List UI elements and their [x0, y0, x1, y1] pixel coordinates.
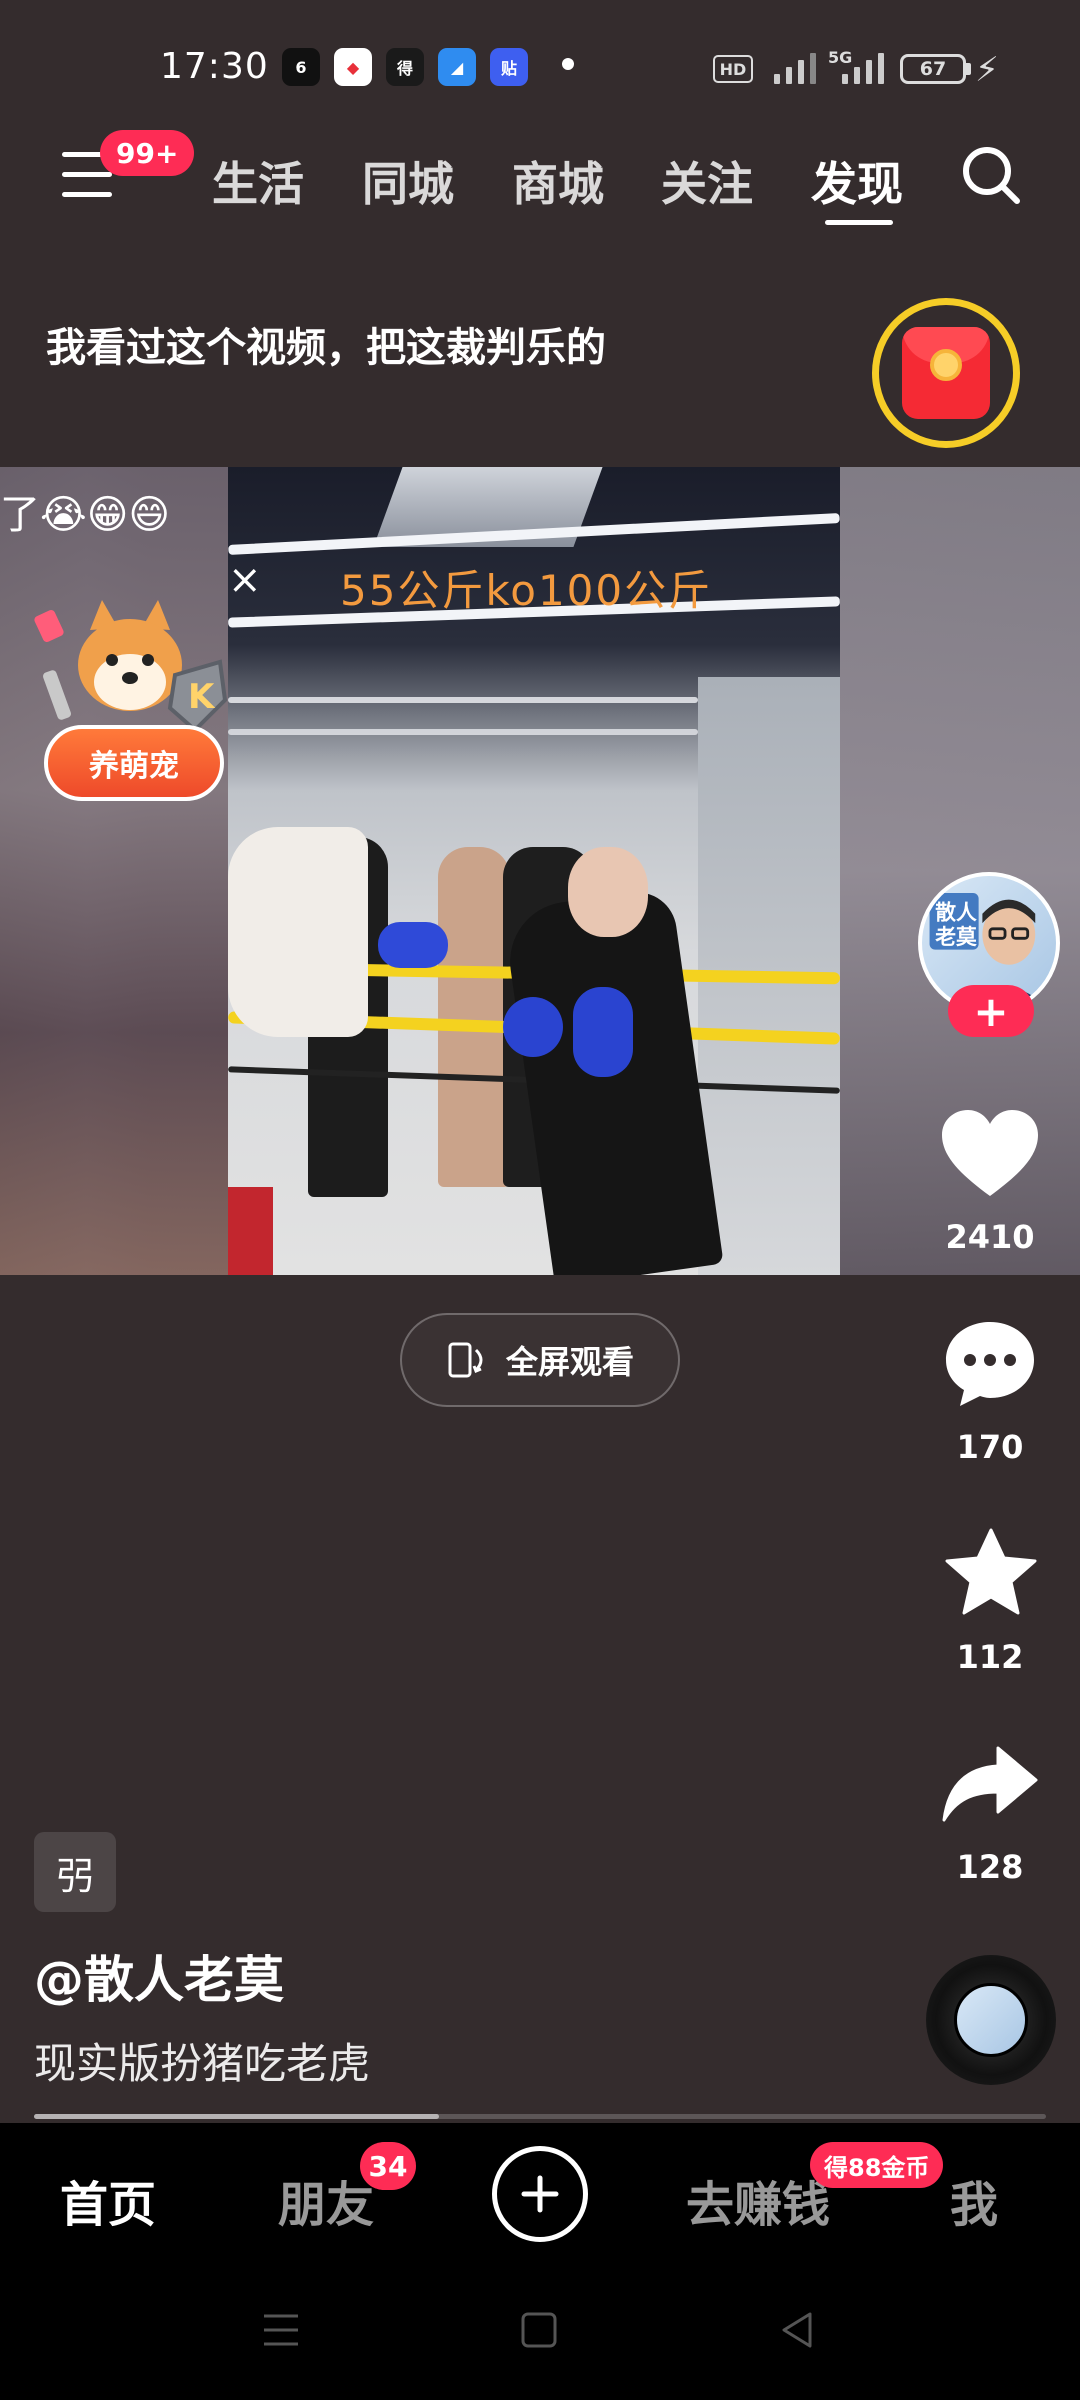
- tieba-app-icon: 贴: [490, 48, 528, 86]
- fullscreen-label: 全屏观看: [505, 1343, 634, 1381]
- music-disc-icon[interactable]: [926, 1955, 1056, 2085]
- nav-friends[interactable]: 朋友: [278, 2165, 374, 2235]
- comment-icon[interactable]: [942, 1318, 1038, 1410]
- tab-local[interactable]: 同城: [362, 148, 454, 214]
- more-notifications-dot: [562, 58, 574, 70]
- tab-life[interactable]: 生活: [212, 148, 304, 214]
- share-arrow-icon[interactable]: [942, 1744, 1038, 1822]
- share-count: 128: [956, 1848, 1024, 1886]
- system-back-icon[interactable]: [778, 2310, 816, 2350]
- svg-text:K: K: [188, 677, 216, 717]
- danmaku-comment: 了😭😁😄: [0, 492, 171, 538]
- video-description[interactable]: 现实版扮猪吃老虎: [34, 2030, 370, 2091]
- favorite-count: 112: [956, 1638, 1024, 1676]
- plus-icon: [521, 2175, 559, 2213]
- create-post-button[interactable]: [492, 2146, 588, 2242]
- menu-notification-badge: 99+: [100, 130, 195, 176]
- charging-icon: ⚡: [975, 50, 999, 90]
- rotate-phone-icon: [448, 1342, 483, 1378]
- friends-badge: 34: [360, 2142, 416, 2190]
- video-blur-left: [0, 467, 228, 1275]
- like-count: 2410: [945, 1218, 1035, 1256]
- search-icon[interactable]: [960, 144, 1022, 206]
- battery-icon: 67: [900, 54, 966, 84]
- red-packet-icon[interactable]: [872, 298, 1020, 448]
- nav-home[interactable]: 首页: [60, 2165, 156, 2235]
- earn-coins-badge: 得88金币: [810, 2142, 944, 2188]
- browser-app-icon: ◢: [438, 48, 476, 86]
- map-app-icon: ◆: [334, 48, 372, 86]
- svg-text:散人: 散人: [935, 900, 977, 924]
- status-bar: 17:30 6 ◆ 得 ◢ 贴 HD 5G 67 ⚡: [0, 0, 1080, 130]
- fullscreen-button[interactable]: 全屏观看: [400, 1313, 680, 1407]
- svg-text:老莫: 老莫: [934, 925, 977, 949]
- raise-pet-button[interactable]: 养萌宠: [44, 725, 224, 801]
- system-home-icon[interactable]: [520, 2310, 558, 2350]
- signal-1-icon: [770, 52, 820, 84]
- hd-voice-icon: HD: [713, 55, 753, 83]
- system-menu-icon[interactable]: [262, 2310, 300, 2350]
- signal-2-icon: [838, 52, 888, 84]
- news-app-icon: 得: [386, 48, 424, 86]
- favorite-star-icon[interactable]: [944, 1528, 1038, 1618]
- clock: 17:30: [160, 46, 269, 87]
- video-tag[interactable]: 弜: [34, 1832, 116, 1912]
- nav-earn[interactable]: 去赚钱: [686, 2165, 830, 2235]
- video-overlay-text: 55公斤ko100公斤: [340, 566, 713, 615]
- video-progress-fill: [34, 2114, 439, 2119]
- comment-count: 170: [956, 1428, 1024, 1466]
- tab-mall[interactable]: 商城: [512, 148, 604, 214]
- nav-me[interactable]: 我: [950, 2165, 998, 2235]
- author-name[interactable]: @散人老莫: [34, 1940, 284, 2012]
- battery-tip: [966, 63, 971, 75]
- close-icon[interactable]: ×: [228, 557, 262, 603]
- tab-discover[interactable]: 发现: [811, 148, 903, 214]
- tab-following[interactable]: 关注: [661, 148, 753, 214]
- video-player[interactable]: 55公斤ko100公斤: [0, 467, 1080, 1275]
- follow-plus-button[interactable]: +: [948, 985, 1034, 1037]
- tiktok-app-icon: 6: [282, 48, 320, 86]
- active-tab-indicator: [825, 220, 893, 225]
- featured-comment[interactable]: 我看过这个视频，把这裁判乐的: [46, 315, 606, 373]
- like-heart-icon[interactable]: [940, 1108, 1040, 1200]
